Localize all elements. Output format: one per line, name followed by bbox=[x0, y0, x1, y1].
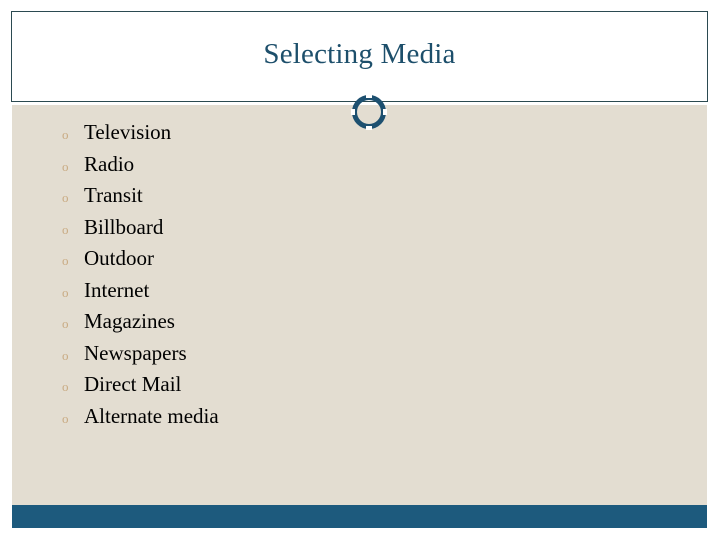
ring-circle-icon bbox=[352, 95, 386, 129]
list-item: o Direct Mail bbox=[62, 369, 662, 401]
bullet-marker-icon: o bbox=[62, 347, 69, 363]
list-item: o Newspapers bbox=[62, 338, 662, 370]
list-item: o Billboard bbox=[62, 212, 662, 244]
bullet-marker-icon: o bbox=[62, 221, 69, 237]
list-item: o Alternate media bbox=[62, 401, 662, 433]
list-item: o Outdoor bbox=[62, 243, 662, 275]
bullet-marker-icon: o bbox=[62, 284, 69, 300]
ring-notch-left bbox=[351, 109, 355, 115]
list-item-label: Alternate media bbox=[84, 403, 219, 428]
bullet-marker-icon: o bbox=[62, 410, 69, 426]
bullet-marker-icon: o bbox=[62, 190, 69, 205]
footer-accent-bar bbox=[12, 505, 707, 528]
bullet-marker-icon: o bbox=[62, 253, 69, 268]
bullet-marker-icon: o bbox=[62, 379, 69, 394]
list-item-label: Television bbox=[84, 120, 172, 144]
page-title: Selecting Media bbox=[263, 38, 456, 70]
list-item-label: Magazines bbox=[84, 309, 175, 333]
list-item: o Magazines bbox=[62, 306, 662, 338]
list-item-label: Radio bbox=[84, 151, 135, 176]
bullet-marker-icon: o bbox=[62, 127, 69, 142]
media-bullet-list: o Television o Radio o Transit o Billboard o Outd… bbox=[62, 117, 662, 432]
ring-notch-top bbox=[366, 94, 372, 98]
list-item: o Radio bbox=[62, 149, 662, 181]
slide-canvas: Selecting Media o Television o Radio o Transi… bbox=[11, 11, 708, 528]
list-item: o Internet bbox=[62, 275, 662, 307]
list-item-label: Billboard bbox=[84, 214, 164, 239]
list-item-label: Transit bbox=[84, 183, 143, 207]
list-item-label: Internet bbox=[84, 277, 150, 302]
ring-notch-right bbox=[383, 109, 387, 115]
ring-notch-bottom bbox=[366, 126, 372, 130]
list-item: o Transit bbox=[62, 180, 662, 212]
list-item-label: Direct Mail bbox=[84, 372, 182, 396]
slide-header: Selecting Media bbox=[11, 11, 708, 102]
list-item-label: Outdoor bbox=[84, 246, 154, 270]
list-item-label: Newspapers bbox=[84, 340, 187, 365]
slide-content-area: o Television o Radio o Transit o Billboard o Outd… bbox=[12, 105, 707, 505]
bullet-marker-icon: o bbox=[62, 158, 69, 174]
bullet-marker-icon: o bbox=[62, 316, 69, 331]
